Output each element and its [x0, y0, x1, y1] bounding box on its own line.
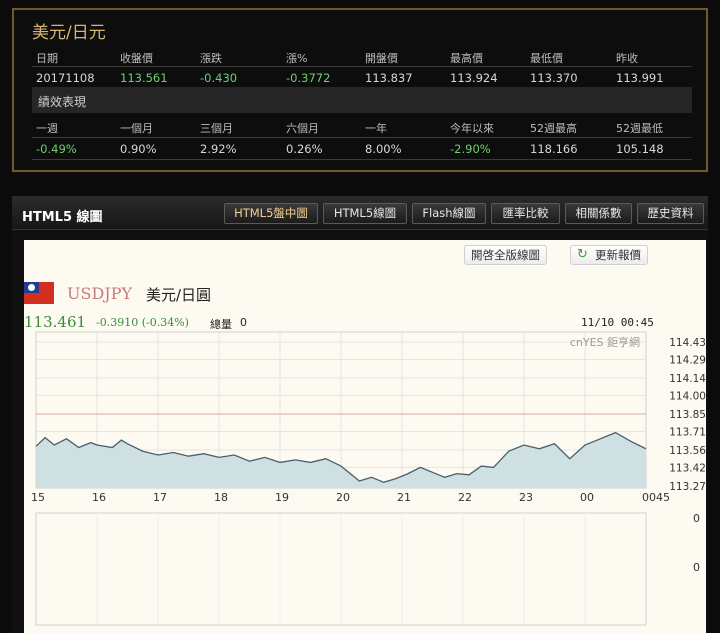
tab-correlation[interactable]: 相關係數: [565, 203, 632, 224]
perf-header-row: 一週 一個月 三個月 六個月 一年 今年以來 52週最高 52週最低: [32, 116, 692, 138]
perf-val-52w-high: 118.166: [530, 142, 578, 156]
perf-val-52w-low: 105.148: [616, 142, 664, 156]
intraday-chart[interactable]: cnYES 鉅亨網 114.43 114.29 114.14 114.00 113.85…: [24, 240, 706, 633]
perf-val-6m: 0.26%: [286, 142, 323, 156]
y-tick-label-3: 114.00: [669, 390, 706, 402]
val-prev-close: 113.991: [616, 71, 664, 85]
performance-bar: 績效表現: [32, 87, 692, 113]
perf-val-1m: 0.90%: [120, 142, 157, 156]
chart-body: 開啓全版線圖 ↻ 更新報價 USDJPY 美元/日圓 113.461 -0.39…: [24, 240, 706, 633]
quote-panel: 美元/日元 日期 收盤價 漲跌 漲% 開盤價 最高價 最低價 昨收 201711…: [12, 8, 708, 172]
col-high: 最高價: [450, 52, 483, 65]
x-tick-label-5: 20: [336, 491, 350, 504]
col-prev-close: 昨收: [616, 52, 638, 65]
x-axis-ticks: 15 16 17 18 19 20 21 22 23 00 0045: [31, 491, 670, 504]
tab-html5-chart[interactable]: HTML5線圖: [323, 203, 407, 224]
x-tick-label-9: 00: [580, 491, 594, 504]
y-tick-label-4: 113.85: [669, 409, 706, 421]
y-tick-label-2: 114.14: [669, 373, 706, 385]
col-close: 收盤價: [120, 52, 153, 65]
x-tick-label-0: 15: [31, 491, 45, 504]
perf-col-52w-high: 52週最高: [530, 122, 577, 135]
perf-val-ytd: -2.90%: [450, 142, 491, 156]
val-open: 113.837: [365, 71, 413, 85]
tab-history[interactable]: 歷史資料: [637, 203, 704, 224]
val-close: 113.561: [120, 71, 168, 85]
perf-col-1y: 一年: [365, 122, 387, 135]
watermark-label: cnYES 鉅亨網: [570, 335, 640, 349]
perf-col-1m: 一個月: [120, 122, 153, 135]
perf-col-ytd: 今年以來: [450, 122, 494, 135]
val-date: 20171108: [36, 71, 95, 85]
x-tick-label-3: 18: [214, 491, 228, 504]
tab-html5-intraday[interactable]: HTML5盤中圖: [224, 203, 318, 224]
y-tick-label-7: 113.42: [669, 462, 706, 474]
y-tick-label-5: 113.71: [669, 426, 706, 438]
chart-panel-header: HTML5 線圖 HTML5盤中圖 HTML5線圖 Flash線圖 匯率比較 相…: [12, 196, 708, 230]
volume-axis-tick-mid: 0: [693, 561, 700, 574]
col-open: 開盤價: [365, 52, 398, 65]
quote-title: 美元/日元: [32, 23, 106, 43]
perf-value-row: -0.49% 0.90% 2.92% 0.26% 8.00% -2.90% 11…: [32, 138, 692, 160]
val-high: 113.924: [450, 71, 498, 85]
performance-title: 績效表現: [38, 95, 87, 109]
x-tick-label-10: 0045: [642, 491, 670, 504]
x-tick-label-6: 21: [397, 491, 411, 504]
perf-val-1w: -0.49%: [36, 142, 77, 156]
val-change-pct: -0.3772: [286, 71, 331, 85]
col-low: 最低價: [530, 52, 563, 65]
perf-col-6m: 六個月: [286, 122, 319, 135]
perf-val-1y: 8.00%: [365, 142, 402, 156]
perf-col-52w-low: 52週最低: [616, 122, 663, 135]
chart-panel-title: HTML5 線圖: [22, 210, 103, 225]
y-tick-label-0: 114.43: [669, 337, 706, 349]
y-axis-ticks: 114.43 114.29 114.14 114.00 113.85 113.71 113.…: [669, 337, 706, 493]
tab-flash-chart[interactable]: Flash線圖: [412, 203, 486, 224]
perf-val-3m: 2.92%: [200, 142, 237, 156]
x-tick-label-7: 22: [458, 491, 472, 504]
y-tick-label-8: 113.27: [669, 481, 706, 493]
val-low: 113.370: [530, 71, 578, 85]
val-change: -0.430: [200, 71, 238, 85]
chart-panel: HTML5 線圖 HTML5盤中圖 HTML5線圖 Flash線圖 匯率比較 相…: [12, 196, 708, 633]
y-tick-label-1: 114.29: [669, 354, 706, 366]
col-change-pct: 漲%: [286, 52, 308, 65]
x-tick-label-8: 23: [519, 491, 533, 504]
x-tick-label-1: 16: [92, 491, 106, 504]
tab-fx-compare[interactable]: 匯率比較: [491, 203, 560, 224]
x-tick-label-2: 17: [153, 491, 167, 504]
quote-value-row: 20171108 113.561 -0.430 -0.3772 113.837 …: [32, 66, 692, 88]
x-tick-label-4: 19: [275, 491, 289, 504]
quote-header-row: 日期 收盤價 漲跌 漲% 開盤價 最高價 最低價 昨收: [32, 46, 692, 68]
col-change: 漲跌: [200, 52, 222, 65]
y-tick-label-6: 113.56: [669, 445, 706, 457]
perf-col-1w: 一週: [36, 122, 58, 135]
perf-col-3m: 三個月: [200, 122, 233, 135]
volume-axis-tick-top: 0: [693, 512, 700, 525]
col-date: 日期: [36, 52, 58, 65]
